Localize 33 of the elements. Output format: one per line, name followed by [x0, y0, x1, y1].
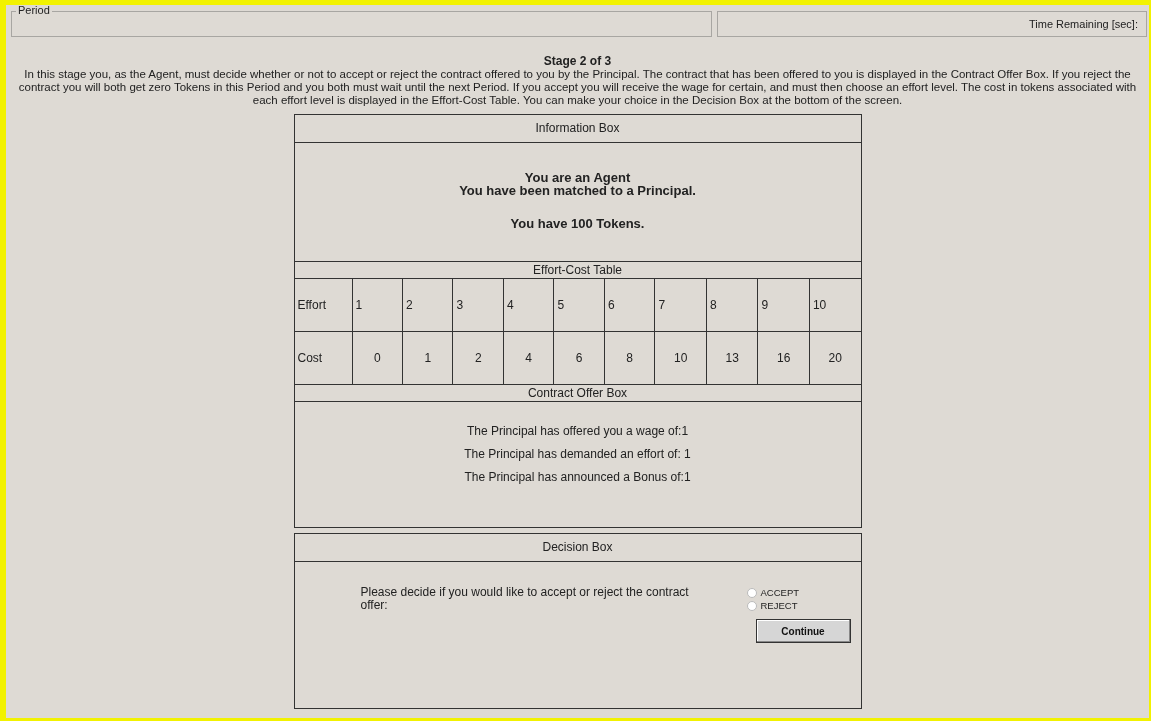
info-text: You are an Agent — [524, 171, 631, 184]
information-box-title: Information Box — [294, 115, 861, 143]
offer-text: The Principal has announced a Bonus of:1 — [464, 470, 691, 485]
continue-button[interactable]: Continue — [755, 619, 851, 643]
info-text: You have been matched to a Principal. — [459, 184, 696, 197]
radio-label[interactable]: REJECT — [760, 600, 798, 611]
table-cell: 2 — [402, 279, 453, 332]
table-cell: 3 — [453, 279, 504, 332]
decision-prompt: Please decide if you would like to accept or reject the contract offer: — [360, 586, 690, 614]
stage-title: Stage 2 of 3 — [542, 54, 613, 68]
radio-label[interactable]: ACCEPT — [760, 587, 800, 598]
tokens-text: You have 100 Tokens. — [510, 217, 645, 230]
table-cell: 20 — [809, 331, 861, 384]
table-cell: 8 — [706, 279, 758, 332]
contract-offer-box-title: Contract Offer Box — [294, 384, 861, 402]
radio-button[interactable] — [746, 600, 757, 611]
instructions-text: In this stage you, as the Agent, must decide whether or not to accept or reject the contract offered to you by the Principal. The contract that has been offered to you is displayed in the Contract Offer Box. If you reject the contract you will both get zero Tokens in this Period and you both must wait until the next Period. If you accept you will receive the wage for certain, and must then choose an effort level. The cost in tokens associated with each effort level is displayed in the Effort-Cost Table. You can make your choice in the Decision Box at the bottom of the screen. — [17, 68, 1138, 107]
time-remaining-label: Time Remaining [sec]: — [1028, 18, 1138, 30]
period-legend: Period — [16, 5, 52, 17]
decision-box-title: Decision Box — [294, 534, 861, 562]
row-header-cell: Effort — [294, 279, 352, 332]
offer-text: The Principal has demanded an effort of: 1 — [464, 447, 691, 462]
table-cell: 10 — [809, 279, 861, 332]
table-cell: 9 — [757, 279, 810, 332]
offer-text: The Principal has offered you a wage of:1 — [466, 424, 689, 439]
table-cell: 4 — [503, 279, 554, 332]
table-cell: 7 — [654, 279, 707, 332]
table-cell: 6 — [604, 279, 655, 332]
effort-cost-table-title: Effort-Cost Table — [294, 261, 861, 279]
table-cell: 5 — [553, 279, 605, 332]
radio-button[interactable] — [746, 587, 757, 598]
row-header-cell: Cost — [294, 331, 352, 384]
table-cell: 1 — [352, 279, 403, 332]
